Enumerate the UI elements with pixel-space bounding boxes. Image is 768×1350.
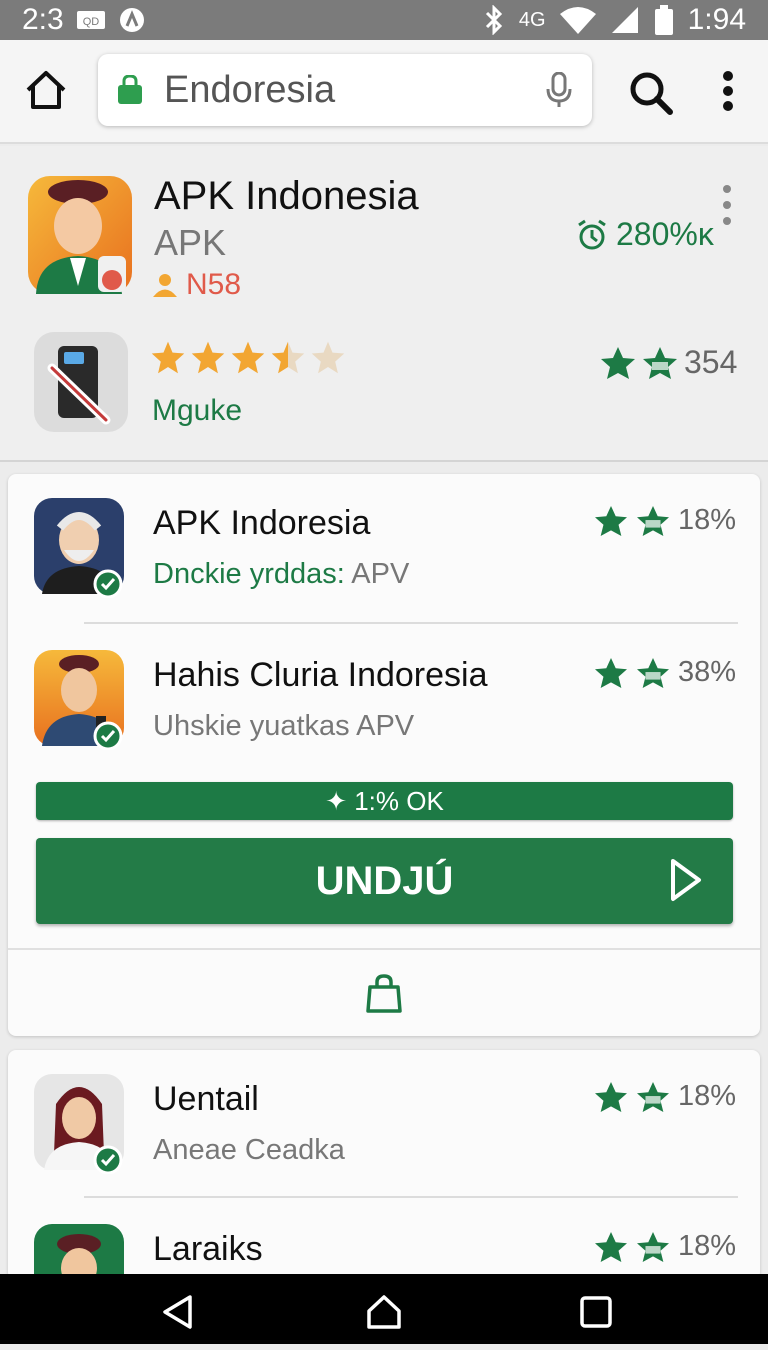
app-list-card: APK Indoresia Dnckie yrddas: APV 18% Hah… <box>8 474 760 1036</box>
wifi-icon <box>559 6 596 34</box>
star-icon <box>231 341 265 374</box>
owner-label: N58 <box>186 268 242 301</box>
mic-icon[interactable] <box>544 72 574 108</box>
app-icon[interactable] <box>28 176 132 294</box>
download-progress-bar: ✦ 1:% OK <box>36 782 733 820</box>
award-icon <box>636 1231 669 1262</box>
list-item-subtitle: Aneae Ceadka <box>153 1134 345 1166</box>
more-vert-icon <box>723 71 733 111</box>
search-icon <box>630 72 673 115</box>
app-tag: Mguke <box>152 394 243 427</box>
home-icon <box>26 71 66 109</box>
app-list-card: Uentail Aneae Ceadka 18% Laraiks 18% <box>8 1050 760 1320</box>
lock-icon <box>118 75 142 104</box>
award-icon <box>594 505 627 536</box>
search-button[interactable] <box>628 70 674 116</box>
list-item-rate: 18% <box>677 1080 736 1112</box>
section-divider <box>0 460 768 462</box>
list-item-avatar <box>34 650 128 751</box>
award-icon <box>643 346 677 379</box>
status-time-right: 1:94 <box>687 3 746 36</box>
app-owner: N58 <box>152 268 241 302</box>
app-title: APK Indonesia <box>154 174 419 218</box>
person-icon <box>153 274 177 297</box>
rating-summary: 354 <box>600 344 737 381</box>
star-rating <box>150 340 346 376</box>
list-item-avatar <box>34 498 128 599</box>
more-vert-icon <box>723 185 731 225</box>
star-icon <box>311 341 345 374</box>
row-divider <box>84 1196 738 1198</box>
status-bar: 2:3 QD 4G 1:94 <box>0 0 768 40</box>
more-menu-button[interactable] <box>718 70 738 112</box>
url-bar[interactable]: Endoresia <box>98 54 592 126</box>
rating-count: 354 <box>684 344 738 380</box>
award-icon <box>594 1081 627 1112</box>
app-header: APK Indonesia APK N58 280%κ Mguke 354 <box>0 146 768 460</box>
list-item-title: Uentail <box>153 1080 259 1118</box>
progress-label: ✦ 1:% OK <box>325 785 444 816</box>
system-nav-bar <box>0 1274 768 1344</box>
battery-icon <box>654 5 674 35</box>
bluetooth-icon <box>483 5 505 35</box>
shopping-bag-icon[interactable] <box>366 974 402 1014</box>
list-item-rate: 18% <box>677 504 736 536</box>
download-stat-value: 280%κ <box>616 216 714 252</box>
award-icon <box>601 346 635 379</box>
chevron-right-icon <box>671 859 701 901</box>
list-item[interactable]: Uentail Aneae Ceadka 18% <box>8 1050 760 1200</box>
list-item[interactable]: APK Indoresia Dnckie yrddas: APV 18% <box>8 474 760 624</box>
list-item[interactable]: Hahis Cluria Indoresia Uhskie yuatkas AP… <box>8 626 760 776</box>
url-text[interactable]: Endoresia <box>164 69 544 112</box>
alarm-icon <box>578 219 606 249</box>
device-app-icon[interactable] <box>34 332 128 432</box>
list-item-avatar <box>34 1074 128 1175</box>
sd-card-icon: QD <box>76 9 106 31</box>
list-item-rate: 38% <box>677 656 736 688</box>
recents-button[interactable] <box>578 1294 614 1330</box>
svg-text:QD: QD <box>82 16 99 28</box>
app-notification-icon <box>118 6 146 34</box>
star-icon <box>151 341 185 374</box>
cell-signal-icon <box>610 5 640 35</box>
home-button[interactable] <box>24 68 68 112</box>
award-icon <box>636 505 669 536</box>
star-icon <box>271 341 305 374</box>
download-button[interactable]: UNDJÚ <box>36 838 733 924</box>
home-nav-button[interactable] <box>366 1294 402 1330</box>
network-type: 4G <box>518 8 546 31</box>
app-more-button[interactable] <box>720 184 734 226</box>
award-icon <box>594 657 627 688</box>
card-footer-divider <box>8 948 760 950</box>
list-item-subtitle: Uhskie yuatkas APV <box>153 710 415 742</box>
status-time-left: 2:3 <box>22 3 64 36</box>
list-item-rating: 18% <box>594 1230 736 1263</box>
download-button-label: UNDJÚ <box>315 858 454 903</box>
download-stat: 280%κ <box>576 216 714 253</box>
browser-toolbar: Endoresia <box>0 40 768 144</box>
list-item-rating: 18% <box>594 1080 736 1113</box>
list-item-title: APK Indoresia <box>153 504 371 542</box>
award-icon <box>636 1081 669 1112</box>
star-icon <box>191 341 225 374</box>
recents-icon <box>580 1296 612 1328</box>
list-item-rate: 18% <box>677 1230 736 1262</box>
award-icon <box>636 657 669 688</box>
row-divider <box>84 622 738 624</box>
back-icon <box>163 1295 192 1329</box>
home-icon <box>367 1295 401 1329</box>
back-button[interactable] <box>160 1294 196 1330</box>
app-subtitle: APK <box>154 222 227 263</box>
list-item-title: Hahis Cluria Indoresia <box>153 656 488 694</box>
list-item-subtitle: Dnckie yrddas: APV <box>153 558 410 590</box>
list-item-rating: 38% <box>594 656 736 689</box>
list-item-title: Laraiks <box>153 1230 263 1268</box>
award-icon <box>594 1231 627 1262</box>
list-item-rating: 18% <box>594 504 736 537</box>
